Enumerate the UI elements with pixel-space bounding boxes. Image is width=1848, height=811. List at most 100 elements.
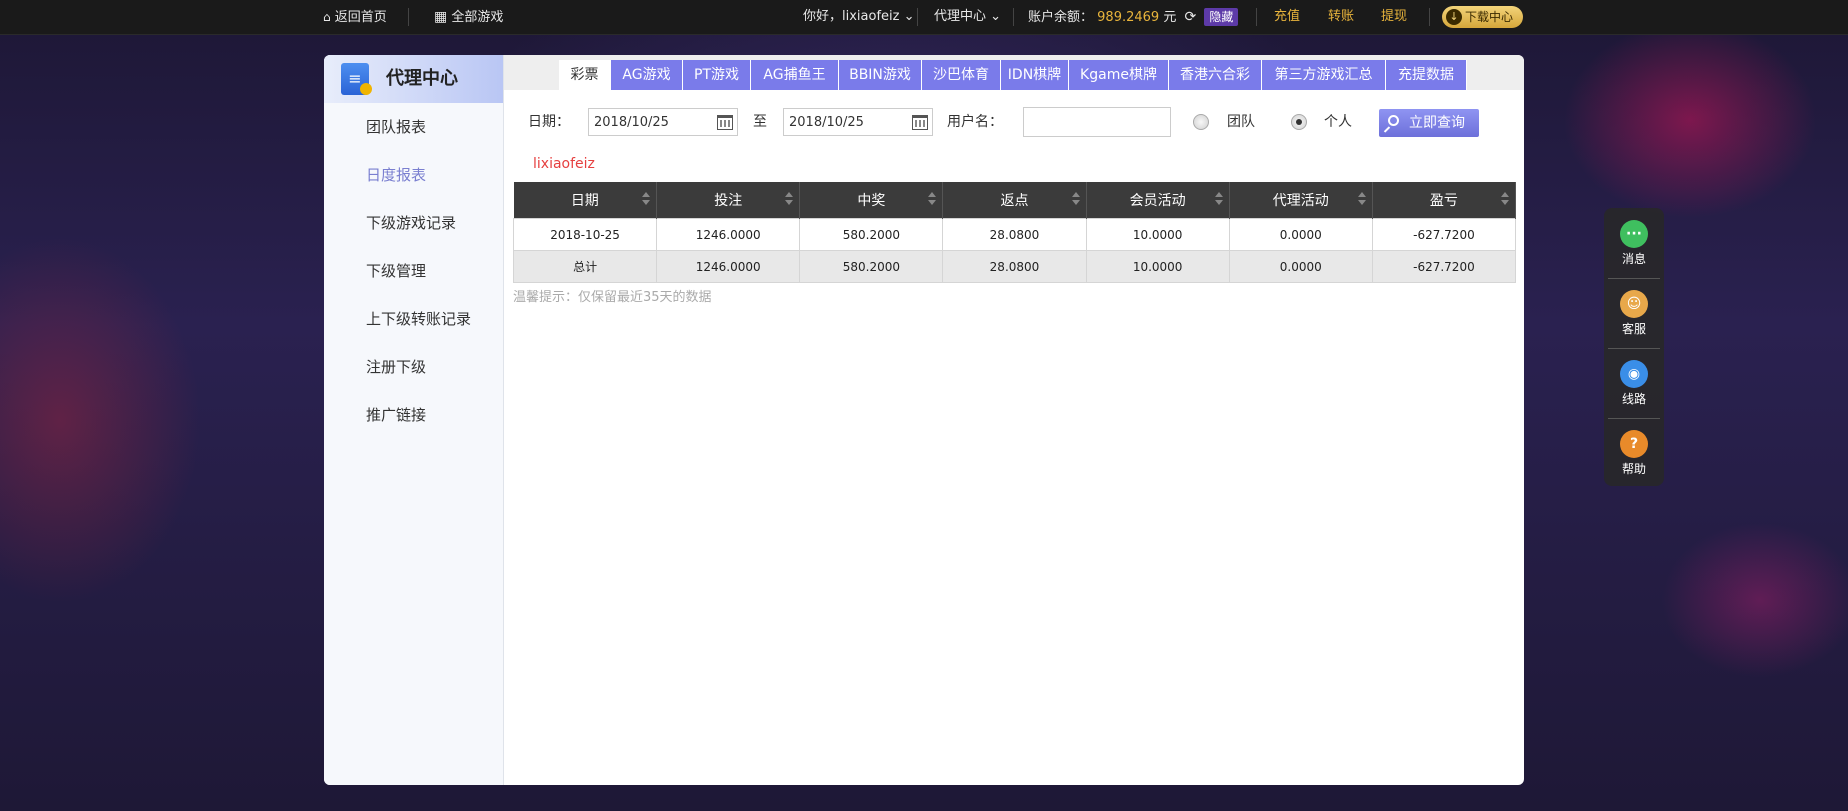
tab-saba-sports[interactable]: 沙巴体育	[922, 60, 1001, 90]
date-to-value: 2018/10/25	[789, 115, 864, 130]
col-agent-activity-label: 代理活动	[1272, 193, 1329, 209]
divider	[1429, 8, 1430, 26]
tab-pt-games[interactable]: PT游戏	[683, 60, 751, 90]
cell-total-win: 580.2000	[799, 250, 944, 283]
sort-icon[interactable]	[1071, 192, 1080, 206]
table-total-row: 总计 1246.0000 580.2000 28.0800 10.0000 0.…	[512, 250, 1517, 283]
cell-total-bet: 1246.0000	[656, 250, 801, 283]
tab-hk-mark-six[interactable]: 香港六合彩	[1169, 60, 1262, 90]
float-route[interactable]: ◉ 线路	[1604, 348, 1664, 418]
col-bet[interactable]: 投注	[656, 182, 801, 219]
cell-rebate: 28.0800	[942, 218, 1087, 251]
download-center-button[interactable]: ↓ 下载中心	[1442, 6, 1523, 28]
sidebar-item-transfer-records[interactable]: 上下级转账记录	[366, 307, 471, 331]
sort-icon[interactable]	[1501, 192, 1509, 206]
personal-radio[interactable]	[1291, 114, 1307, 130]
col-agent-activity[interactable]: 代理活动	[1229, 182, 1373, 219]
balance-unit: 元	[1163, 10, 1177, 25]
chevron-down-icon: ⌄	[903, 9, 915, 24]
sidebar-item-register-sub[interactable]: 注册下级	[366, 355, 426, 379]
user-menu[interactable]: 你好，lixiaofeiz ⌄	[803, 0, 915, 34]
date-to-input[interactable]: 2018/10/25	[783, 108, 933, 136]
withdraw-link[interactable]: 提现	[1381, 0, 1407, 34]
refresh-icon[interactable]: ⟳	[1184, 9, 1196, 25]
col-member-activity-label: 会员活动	[1129, 193, 1186, 209]
date-from-input[interactable]: 2018/10/25	[588, 108, 738, 136]
float-support-label: 客服	[1621, 322, 1646, 336]
personal-label: 个人	[1324, 114, 1352, 130]
home-label: 返回首页	[334, 10, 387, 25]
sidebar-item-sub-management[interactable]: 下级管理	[366, 259, 426, 283]
recharge-link[interactable]: 充值	[1274, 0, 1300, 34]
transfer-link[interactable]: 转账	[1328, 0, 1354, 34]
cell-total-profit-loss: -627.7200	[1371, 250, 1517, 283]
hide-balance-button[interactable]: 隐藏	[1204, 8, 1239, 26]
col-date[interactable]: 日期	[513, 182, 658, 219]
col-rebate-label: 返点	[1000, 193, 1029, 209]
search-icon	[1388, 115, 1399, 126]
col-member-activity[interactable]: 会员活动	[1086, 182, 1230, 219]
cell-member-activity: 10.0000	[1085, 218, 1230, 251]
sidebar-item-team-report[interactable]: 团队报表	[366, 115, 426, 139]
chevron-down-icon: ⌄	[990, 9, 1002, 24]
agent-center-menu[interactable]: 代理中心 ⌄	[934, 0, 1001, 34]
col-profit-loss-label: 盈亏	[1429, 193, 1458, 209]
float-message-label: 消息	[1621, 252, 1646, 266]
col-date-label: 日期	[570, 193, 599, 209]
sort-icon[interactable]	[642, 192, 651, 206]
col-win-label: 中奖	[857, 193, 886, 209]
col-rebate[interactable]: 返点	[942, 182, 1087, 219]
tab-bbin-games[interactable]: BBIN游戏	[839, 60, 922, 90]
sidebar-item-sub-game-records[interactable]: 下级游戏记录	[366, 211, 456, 235]
sort-icon[interactable]	[1357, 192, 1366, 206]
greeting: 你好，lixiaofeiz	[803, 9, 900, 24]
tab-ag-games[interactable]: AG游戏	[611, 60, 683, 90]
cell-total-label: 总计	[512, 250, 658, 283]
float-help[interactable]: ? 帮助	[1604, 418, 1664, 488]
sort-icon[interactable]	[928, 192, 937, 206]
col-profit-loss[interactable]: 盈亏	[1372, 182, 1517, 219]
table-row: 2018-10-25 1246.0000 580.2000 28.0800 10…	[512, 218, 1517, 251]
calendar-icon[interactable]	[912, 115, 928, 130]
badge-icon	[360, 83, 372, 95]
all-games-link[interactable]: ▦ 全部游戏	[434, 0, 503, 34]
query-button[interactable]: 立即查询	[1379, 109, 1479, 137]
tab-idn-chess[interactable]: IDN棋牌	[1001, 60, 1069, 90]
balance-value: 989.2469	[1097, 10, 1160, 25]
message-icon: ···	[1620, 220, 1648, 248]
balance: 账户余额： 989.2469 元 ⟳ 隐藏	[1028, 0, 1239, 34]
sort-icon[interactable]	[785, 192, 794, 206]
sidebar-item-promo-link[interactable]: 推广链接	[366, 403, 426, 427]
floating-menu: ··· 消息 ☺ 客服 ◉ 线路 ? 帮助	[1604, 208, 1664, 486]
divider	[1013, 8, 1014, 26]
float-message[interactable]: ··· 消息	[1604, 208, 1664, 278]
balance-label: 账户余额：	[1028, 10, 1094, 25]
query-button-label: 立即查询	[1409, 115, 1465, 131]
username-input[interactable]	[1023, 107, 1171, 137]
agent-panel: ≡ 代理中心 团队报表 日度报表 下级游戏记录 下级管理 上下级转账记录 注册下…	[324, 55, 1524, 785]
cell-total-agent-activity: 0.0000	[1228, 250, 1373, 283]
float-support[interactable]: ☺ 客服	[1604, 278, 1664, 348]
calendar-icon[interactable]	[717, 115, 733, 130]
tab-lottery[interactable]: 彩票	[559, 60, 611, 90]
tab-ag-fishing[interactable]: AG捕鱼王	[751, 60, 839, 90]
game-tabs: 彩票 AG游戏 PT游戏 AG捕鱼王 BBIN游戏 沙巴体育 IDN棋牌 Kga…	[504, 55, 1524, 90]
tab-third-party-summary[interactable]: 第三方游戏汇总	[1262, 60, 1386, 90]
sort-icon[interactable]	[1214, 192, 1223, 206]
date-label: 日期：	[528, 114, 570, 130]
data-retention-tip: 温馨提示：仅保留最近35天的数据	[513, 290, 712, 305]
username-label: 用户名：	[947, 114, 1003, 130]
tab-deposit-withdraw-data[interactable]: 充提数据	[1386, 60, 1467, 90]
cell-total-member-activity: 10.0000	[1085, 250, 1230, 283]
home-link[interactable]: ⌂ 返回首页	[323, 0, 387, 34]
divider	[408, 8, 409, 26]
cell-win: 580.2000	[799, 218, 944, 251]
table-header-row: 日期 投注 中奖 返点 会员活动 代理活动 盈亏	[513, 182, 1517, 219]
team-label: 团队	[1227, 114, 1255, 130]
download-label: 下载中心	[1465, 10, 1514, 24]
col-win[interactable]: 中奖	[799, 182, 944, 219]
sidebar-item-daily-report[interactable]: 日度报表	[366, 163, 426, 187]
float-help-label: 帮助	[1621, 462, 1646, 476]
team-radio[interactable]	[1193, 114, 1209, 130]
tab-kgame-chess[interactable]: Kgame棋牌	[1069, 60, 1169, 90]
